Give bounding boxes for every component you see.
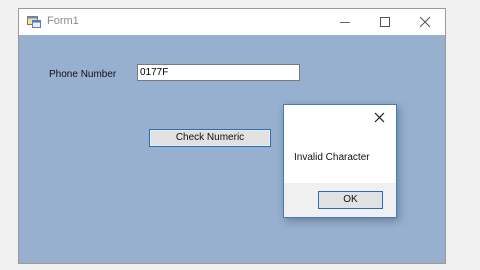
title-bar[interactable]: Form1 [19, 9, 445, 35]
maximize-icon [380, 17, 390, 27]
window-title: Form1 [47, 15, 79, 27]
phone-number-label: Phone Number [49, 69, 117, 80]
message-box-footer: OK [284, 183, 396, 217]
minimize-button[interactable] [325, 9, 365, 35]
close-icon [374, 112, 385, 123]
check-numeric-button[interactable]: Check Numeric [149, 129, 271, 147]
desktop: Form1 Phone Number Check Numeric [0, 0, 480, 270]
close-icon [419, 16, 431, 28]
close-button[interactable] [405, 9, 445, 35]
message-box-close-button[interactable] [372, 110, 388, 126]
message-box-dialog: Invalid Character OK [283, 104, 397, 218]
message-text: Invalid Character [294, 152, 370, 163]
maximize-button[interactable] [365, 9, 405, 35]
minimize-icon [340, 22, 350, 23]
form-app-icon [27, 15, 41, 28]
phone-number-input[interactable] [137, 64, 300, 81]
ok-button[interactable]: OK [318, 191, 383, 209]
